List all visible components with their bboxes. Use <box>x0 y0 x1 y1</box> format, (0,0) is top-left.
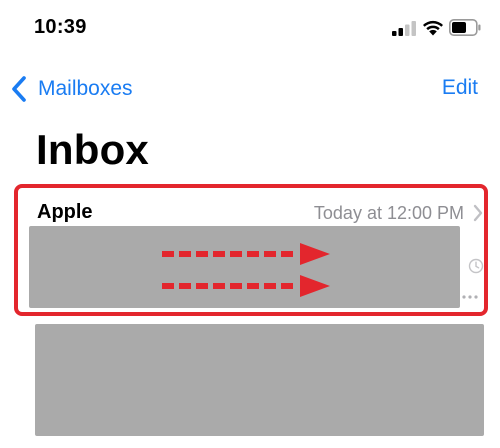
chevron-left-icon <box>12 76 26 102</box>
edit-button[interactable]: Edit <box>442 76 478 100</box>
status-bar: 10:39 <box>0 0 500 60</box>
battery-icon <box>449 19 481 36</box>
wifi-icon <box>423 20 443 36</box>
signal-icon <box>392 21 416 36</box>
page-title: Inbox <box>36 126 149 173</box>
redacted-message-row[interactable] <box>35 324 484 436</box>
back-button-label: Mailboxes <box>38 77 133 100</box>
status-time: 10:39 <box>34 16 87 38</box>
navigation-bar: Mailboxes Edit <box>0 66 500 110</box>
swipe-right-arrows-icon <box>162 243 330 297</box>
back-to-mailboxes-button[interactable]: Mailboxes <box>10 74 133 104</box>
